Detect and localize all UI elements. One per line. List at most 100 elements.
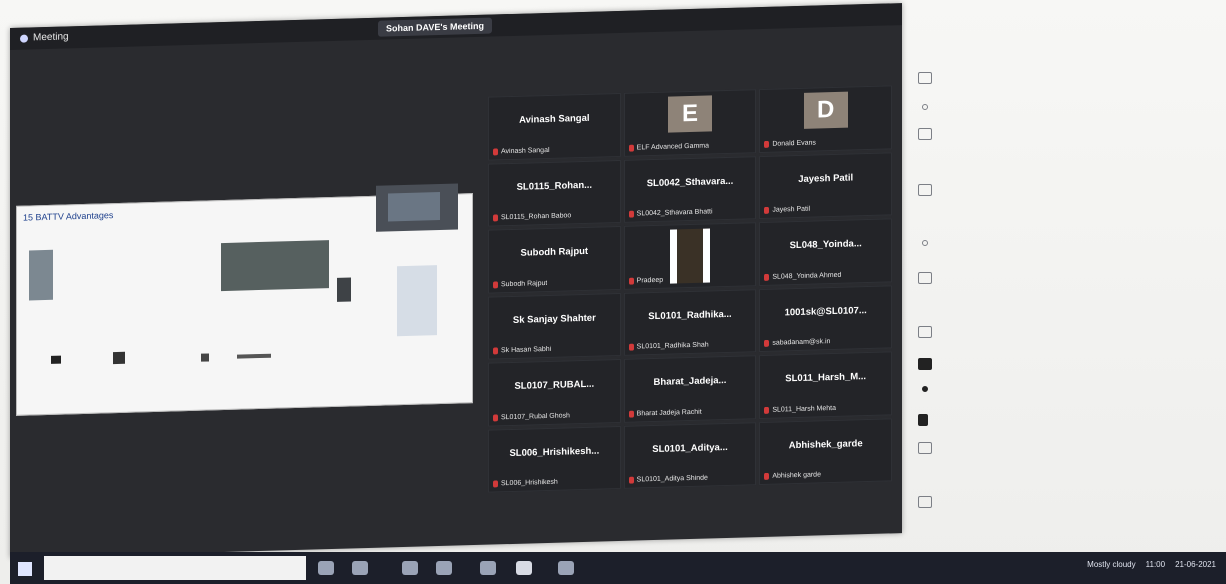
participant-name: SL0101_Radhika...	[648, 308, 732, 322]
mic-muted-icon	[628, 410, 634, 418]
window-icon[interactable]	[918, 184, 932, 196]
window-icon[interactable]	[918, 442, 932, 454]
browser-icon[interactable]	[436, 561, 452, 575]
photo-scene: Meeting Sohan DAVE's Meeting 15 BATTV Ad…	[0, 0, 1226, 584]
participant-tile[interactable]: SL0042_Sthavara... SL0042_Sthavara Bhatt…	[623, 155, 757, 223]
avatar: D	[803, 91, 848, 129]
self-view-video[interactable]	[376, 183, 458, 232]
participant-name: SL048_Yoinda...	[789, 238, 862, 252]
participant-name: SL0115_Rohan...	[516, 179, 593, 193]
participant-tile[interactable]: SL048_Yoinda... SL048_Yoinda Ahmed	[759, 218, 892, 286]
window-titlebar: Meeting Sohan DAVE's Meeting	[10, 3, 902, 51]
folder-icon[interactable]	[402, 561, 418, 575]
participant-tile[interactable]: Pradeep	[623, 222, 757, 290]
clock-time[interactable]: 11:00	[1146, 560, 1165, 569]
meeting-app-icon[interactable]	[516, 561, 532, 575]
shared-image	[29, 249, 53, 301]
shared-icon	[237, 353, 271, 359]
participant-label: SL0101_Aditya Shinde	[628, 475, 708, 484]
participant-tile[interactable]: SL006_Hrishikesh... SL006_Hrishikesh	[488, 425, 621, 493]
app-icon[interactable]	[480, 561, 496, 575]
window-icon[interactable]	[918, 496, 932, 508]
person-icon[interactable]	[918, 414, 928, 426]
participant-label: Sk Hasan Sabhi	[493, 346, 551, 355]
weather-status[interactable]: Mostly cloudy	[1087, 560, 1135, 569]
widgets-icon[interactable]	[352, 561, 368, 575]
side-toolbar	[916, 68, 936, 518]
mic-muted-icon	[764, 339, 770, 347]
mic-muted-icon	[764, 140, 770, 148]
participant-tile[interactable]: Bharat_Jadeja... Bharat Jadeja Rachit	[623, 355, 757, 423]
shared-icon	[51, 355, 61, 364]
mic-muted-icon	[764, 206, 770, 214]
mic-muted-icon	[628, 343, 634, 351]
mic-muted-icon	[493, 214, 498, 222]
self-view-image	[388, 191, 440, 222]
start-icon[interactable]	[18, 562, 32, 576]
mic-muted-icon	[493, 147, 498, 156]
participant-tile[interactable]: D Donald Evans	[759, 85, 892, 153]
participant-name: Abhishek_garde	[788, 437, 863, 451]
window-icon[interactable]	[918, 326, 932, 338]
participant-name: Bharat_Jadeja...	[653, 374, 727, 389]
participant-tile[interactable]: SL011_Harsh_M... SL011_Harsh Mehta	[759, 351, 892, 419]
avatar: E	[667, 95, 712, 133]
participant-label: SL0107_Rubal Ghosh	[493, 412, 570, 422]
shared-icon	[113, 351, 125, 365]
participant-tile[interactable]: 1001sk@SL0107... sabadanam@sk.in	[759, 284, 892, 353]
participant-tile[interactable]: SL0101_Radhika... SL0101_Radhika Shah	[623, 288, 757, 356]
monitor-screen: Meeting Sohan DAVE's Meeting 15 BATTV Ad…	[10, 3, 902, 559]
participant-name: 1001sk@SL0107...	[784, 304, 867, 318]
participant-grid: Avinash Sangal Avinash Sangal E ELF Adva…	[488, 85, 892, 493]
participant-tile[interactable]: SL0115_Rohan... SL0115_Rohan Baboo	[488, 159, 621, 227]
dot-icon	[922, 240, 928, 246]
mic-muted-icon	[764, 472, 770, 480]
app-icon[interactable]	[558, 561, 574, 575]
participant-name: Jayesh Patil	[798, 171, 854, 185]
participant-label: Jayesh Patil	[764, 206, 810, 214]
system-tray: Mostly cloudy 11:00 21-06-2021	[1087, 560, 1216, 569]
participant-label: Donald Evans	[764, 139, 816, 148]
participant-label: Pradeep	[628, 276, 663, 285]
participant-name: Subodh Rajput	[520, 245, 589, 259]
participant-name: SL0107_RUBAL...	[514, 378, 595, 392]
participant-label: Bharat Jadeja Rachit	[628, 408, 702, 418]
participant-name: Sk Sanjay Shahter	[512, 312, 596, 326]
participant-name: SL0101_Aditya...	[652, 441, 728, 455]
participant-tile[interactable]: E ELF Advanced Gamma	[623, 89, 757, 157]
mic-muted-icon	[493, 280, 498, 289]
shared-image	[221, 240, 329, 292]
shared-icon	[201, 353, 209, 362]
meeting-title[interactable]: Sohan DAVE's Meeting	[378, 17, 492, 37]
pin-icon[interactable]	[922, 386, 928, 392]
participant-video	[669, 228, 710, 284]
participant-tile[interactable]: SL0107_RUBAL... SL0107_Rubal Ghosh	[488, 358, 621, 427]
participant-label: SL048_Yoinda Ahmed	[764, 271, 841, 281]
participant-tile[interactable]: Abhishek_garde Abhishek garde	[759, 417, 892, 486]
participant-name: Avinash Sangal	[519, 112, 590, 126]
participant-name: SL006_Hrishikesh...	[509, 445, 600, 459]
participant-tile[interactable]: Jayesh Patil Jayesh Patil	[759, 151, 892, 220]
camera-icon[interactable]	[918, 358, 932, 370]
participant-tile[interactable]: Avinash Sangal Avinash Sangal	[488, 92, 621, 161]
clock-date[interactable]: 21-06-2021	[1175, 560, 1216, 569]
window-icon[interactable]	[918, 272, 932, 284]
app-icon	[20, 34, 28, 43]
app-label: Meeting	[20, 26, 69, 49]
participant-label: sabadanam@sk.in	[764, 338, 830, 347]
monitor-icon[interactable]	[918, 72, 932, 84]
participant-tile[interactable]: Subodh Rajput Subodh Rajput	[488, 225, 621, 294]
taskbar-search-input[interactable]	[44, 556, 306, 580]
mic-muted-icon	[628, 144, 634, 152]
window-icon[interactable]	[918, 128, 932, 140]
participant-name: SL011_Harsh_M...	[785, 371, 867, 385]
shared-image	[337, 277, 351, 302]
participant-tile[interactable]: Sk Sanjay Shahter Sk Hasan Sabhi	[488, 292, 621, 360]
participant-tile[interactable]: SL0101_Aditya... SL0101_Aditya Shinde	[623, 421, 757, 489]
shared-screen-label: 15 BATTV Advantages	[23, 210, 114, 223]
participant-label: Subodh Rajput	[493, 279, 547, 289]
participant-label: SL0042_Sthavara Bhatti	[628, 208, 713, 218]
task-view-icon[interactable]	[318, 561, 334, 575]
participant-label: SL011_Harsh Mehta	[764, 404, 836, 414]
mic-muted-icon	[493, 480, 498, 488]
